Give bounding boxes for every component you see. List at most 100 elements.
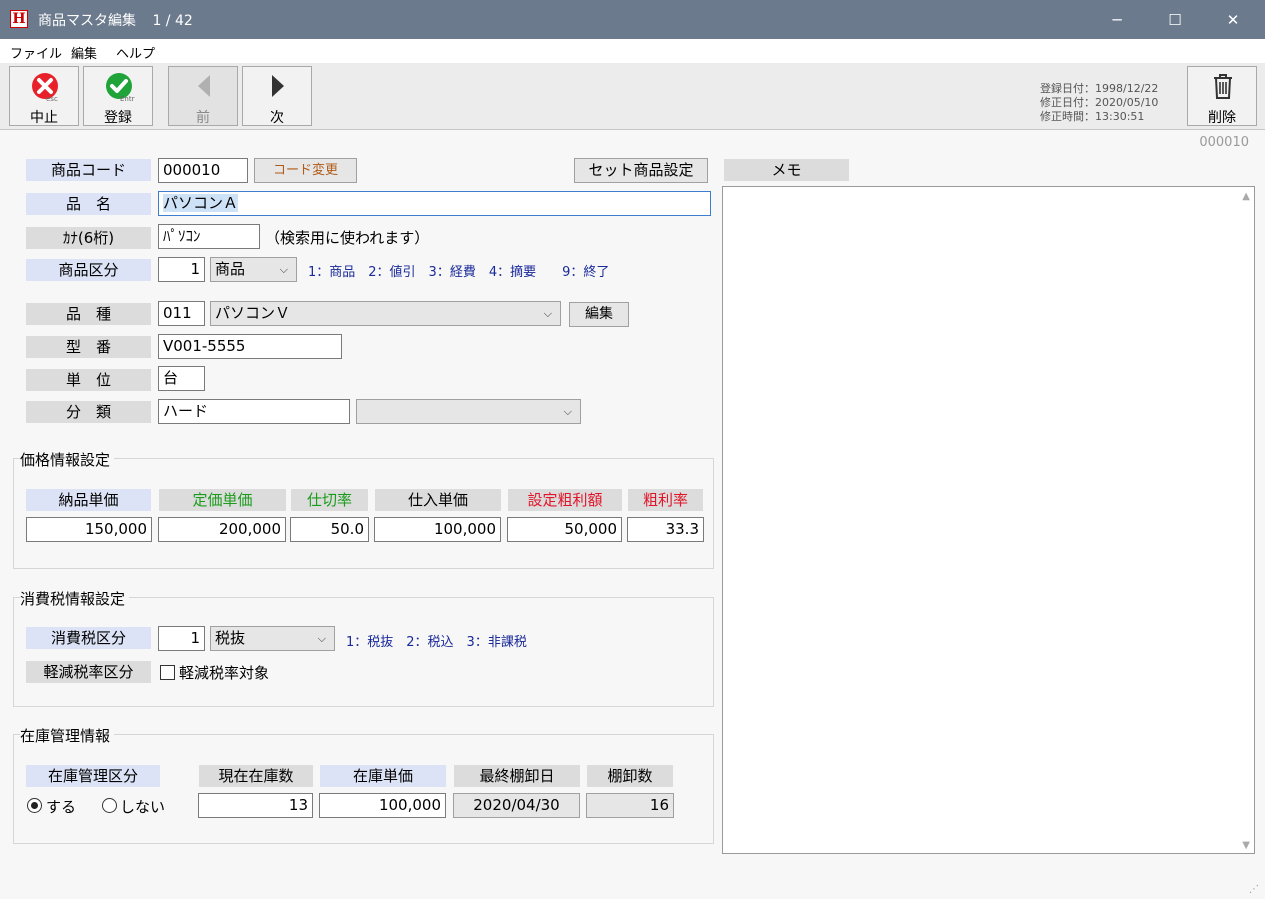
tax-category-select-value: 税抜	[215, 629, 246, 647]
kind-select[interactable]: パソコンＶ ⌵	[210, 301, 561, 326]
margin-field[interactable]: 50,000	[507, 517, 622, 542]
tax-category-select[interactable]: 税抜 ⌵	[210, 626, 335, 651]
menu-edit[interactable]: 編集	[71, 43, 97, 62]
purchase-price-field[interactable]: 100,000	[374, 517, 501, 542]
stock-group-title: 在庫管理情報	[20, 725, 115, 746]
window-title-text: 商品マスタ編集	[38, 13, 136, 29]
cancel-shortcut: esc	[46, 95, 58, 103]
kind-label: 品 種	[26, 303, 151, 325]
stock-mgmt-yes-radio[interactable]	[27, 798, 42, 813]
reduced-tax-checkbox-label[interactable]: 軽減税率対象	[179, 662, 269, 683]
rate-field[interactable]: 50.0	[290, 517, 369, 542]
record-meta: 登録日付：1998/12/22 修正日付：2020/05/10 修正時間：13:…	[1040, 82, 1158, 124]
tax-category-label: 消費税区分	[26, 627, 151, 649]
delete-label: 削除	[1208, 110, 1236, 126]
count-qty-label: 棚卸数	[587, 765, 673, 787]
stock-mgmt-no-label[interactable]: しない	[120, 796, 165, 817]
save-label: 登録	[104, 110, 132, 126]
save-shortcut: Entr	[120, 95, 135, 103]
minimize-button[interactable]: ─	[1089, 0, 1145, 39]
cancel-label: 中止	[30, 110, 58, 126]
kana-field[interactable]: ﾊﾟｿｺﾝ	[158, 224, 260, 249]
reduced-tax-checkbox[interactable]	[160, 665, 175, 680]
price-header-delivery: 納品単価	[26, 489, 151, 511]
memo-label: メモ	[724, 159, 849, 181]
unit-label: 単 位	[26, 369, 151, 391]
category-select-value: 商品	[215, 260, 246, 278]
class-field[interactable]: ハード	[158, 399, 350, 424]
price-header-margin: 設定粗利額	[508, 489, 622, 511]
margin-rate-field[interactable]: 33.3	[627, 517, 704, 542]
code-label: 商品コード	[26, 159, 151, 181]
tax-group-title: 消費税情報設定	[20, 588, 130, 609]
name-field[interactable]: パソコンＡ	[158, 191, 711, 216]
stock-mgmt-label: 在庫管理区分	[26, 765, 160, 787]
kind-edit-button[interactable]: 編集	[569, 302, 629, 327]
category-select[interactable]: 商品 ⌵	[210, 257, 297, 282]
scroll-down-icon[interactable]: ▼	[1242, 840, 1250, 851]
last-count-date-field: 2020/04/30	[453, 793, 580, 818]
menu-file[interactable]: ファイル	[10, 43, 62, 62]
prev-button[interactable]: 前	[168, 66, 238, 126]
code-field[interactable]: 000010	[158, 158, 248, 183]
save-button[interactable]: Entr 登録	[83, 66, 153, 126]
next-label: 次	[270, 110, 284, 126]
category-code-field[interactable]: 1	[158, 257, 205, 282]
delivery-price-field[interactable]: 150,000	[26, 517, 152, 542]
current-stock-label: 現在在庫数	[199, 765, 313, 787]
model-field[interactable]: V001-5555	[158, 334, 342, 359]
menu-help[interactable]: ヘルプ	[116, 43, 155, 62]
stock-group	[13, 734, 714, 844]
price-header-margin-rate: 粗利率	[628, 489, 703, 511]
tax-group	[13, 597, 714, 707]
menu-bar: ファイル 編集 ヘルプ	[0, 39, 1265, 63]
reduced-tax-label: 軽減税率区分	[26, 661, 151, 683]
last-count-date-label: 最終棚卸日	[454, 765, 580, 787]
stock-mgmt-no-radio[interactable]	[102, 798, 117, 813]
title-bar: H 商品マスタ編集 1 / 42 ─ ☐ ✕	[0, 0, 1265, 39]
chevron-down-icon: ⌵	[543, 307, 552, 320]
kana-note: （検索用に使われます）	[265, 229, 430, 247]
list-price-field[interactable]: 200,000	[158, 517, 286, 542]
count-qty-field: 16	[586, 793, 674, 818]
kind-select-value: パソコンＶ	[215, 304, 291, 322]
name-label: 品 名	[26, 193, 151, 215]
unit-field[interactable]: 台	[158, 366, 205, 391]
set-item-button[interactable]: セット商品設定	[574, 158, 708, 183]
kind-code-field[interactable]: 011	[158, 301, 205, 326]
stock-unit-price-label: 在庫単価	[320, 765, 446, 787]
stock-unit-price-field[interactable]: 100,000	[319, 793, 446, 818]
class-select[interactable]: ⌵	[356, 399, 581, 424]
triangle-right-icon	[272, 75, 284, 97]
price-group	[13, 458, 714, 569]
tax-category-code-field[interactable]: 1	[158, 626, 205, 651]
scroll-up-icon[interactable]: ▲	[1242, 191, 1250, 202]
model-label: 型 番	[26, 336, 151, 358]
window-title: 商品マスタ編集 1 / 42	[38, 10, 193, 30]
current-stock-field[interactable]: 13	[198, 793, 313, 818]
resize-grip-icon[interactable]: ⋰	[1249, 884, 1259, 895]
record-number: 000010	[1199, 135, 1249, 150]
price-header-list: 定価単価	[159, 489, 286, 511]
chevron-down-icon: ⌵	[317, 632, 326, 645]
maximize-button[interactable]: ☐	[1147, 0, 1203, 39]
chevron-down-icon: ⌵	[279, 263, 288, 276]
close-button[interactable]: ✕	[1205, 0, 1261, 39]
class-label: 分 類	[26, 401, 151, 423]
price-header-rate: 仕切率	[291, 489, 368, 511]
code-change-button[interactable]: コード変更	[254, 158, 357, 183]
category-hint: 1：商品 2：値引 3：経費 4：摘要 9：終了	[308, 265, 610, 280]
tax-category-hint: 1：税抜 2：税込 3：非課税	[346, 635, 527, 650]
trash-icon	[1214, 74, 1232, 99]
delete-button[interactable]: 削除	[1187, 66, 1257, 126]
name-value: パソコンＡ	[163, 194, 239, 212]
cancel-button[interactable]: esc 中止	[9, 66, 79, 126]
next-button[interactable]: 次	[242, 66, 312, 126]
page-indicator: 1 / 42	[152, 13, 193, 29]
memo-textarea[interactable]: ▲ ▼	[722, 186, 1255, 854]
modified-time: 修正時間：13:30:51	[1040, 110, 1145, 123]
registered-date: 登録日付：1998/12/22	[1040, 82, 1159, 95]
kana-label: ｶﾅ(6桁)	[26, 227, 151, 249]
stock-mgmt-yes-label[interactable]: する	[46, 796, 76, 817]
prev-label: 前	[196, 110, 210, 126]
